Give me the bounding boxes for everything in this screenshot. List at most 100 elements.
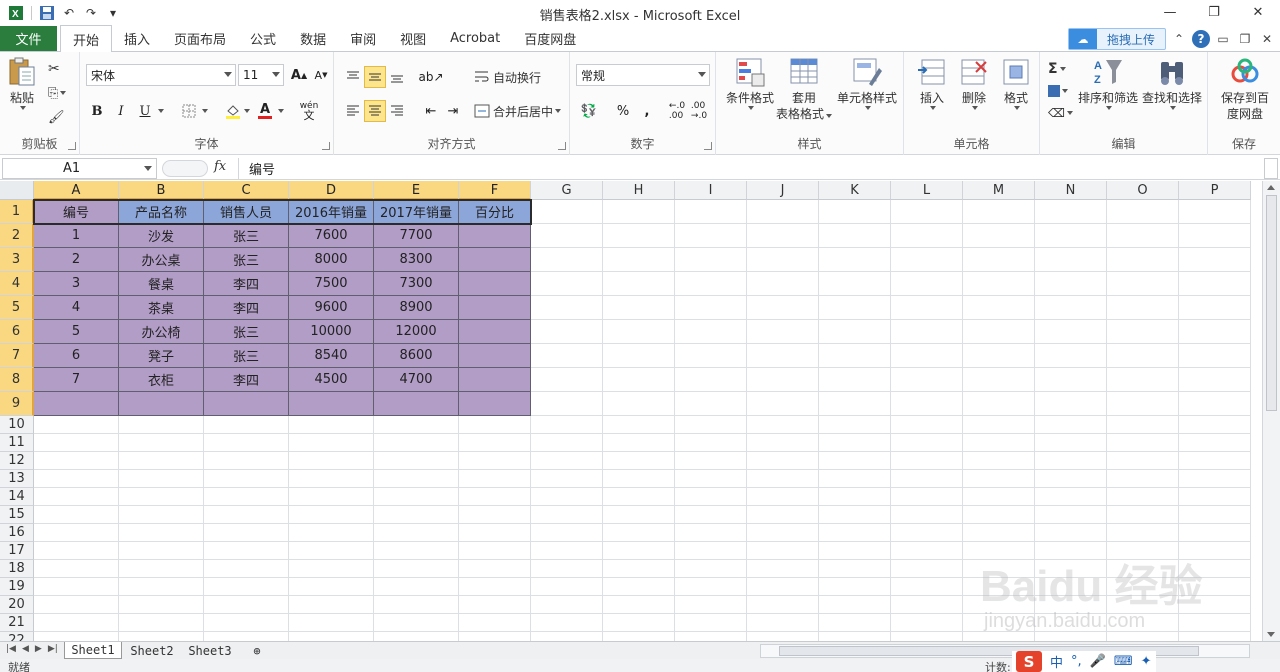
vertical-scroll-thumb[interactable] xyxy=(1266,195,1277,411)
cell-I1[interactable] xyxy=(675,200,747,224)
cell-A5[interactable]: 4 xyxy=(34,296,119,320)
cell-G17[interactable] xyxy=(531,542,603,560)
cell-J2[interactable] xyxy=(747,224,819,248)
cell-E9[interactable] xyxy=(374,392,459,416)
cell-A12[interactable] xyxy=(34,452,119,470)
cell-K18[interactable] xyxy=(819,560,891,578)
cell-F19[interactable] xyxy=(459,578,531,596)
row-header-8[interactable]: 8 xyxy=(0,368,34,392)
cell-D2[interactable]: 7600 xyxy=(289,224,374,248)
row-header-6[interactable]: 6 xyxy=(0,320,34,344)
cell-M3[interactable] xyxy=(963,248,1035,272)
cell-D5[interactable]: 9600 xyxy=(289,296,374,320)
cell-F5[interactable] xyxy=(459,296,531,320)
decrease-decimal-button[interactable]: .00 →.0 xyxy=(688,100,710,122)
cell-A22[interactable] xyxy=(34,632,119,641)
cell-L20[interactable] xyxy=(891,596,963,614)
cell-styles-button[interactable]: 单元格样式 xyxy=(834,56,900,110)
cell-C9[interactable] xyxy=(204,392,289,416)
cell-B14[interactable] xyxy=(119,488,204,506)
insert-sheet-icon[interactable]: ⊕ xyxy=(246,642,268,659)
format-painter-button[interactable]: 🖌 xyxy=(48,106,65,128)
copy-button[interactable]: ⎘ xyxy=(48,82,67,104)
cell-K5[interactable] xyxy=(819,296,891,320)
cell-O4[interactable] xyxy=(1107,272,1179,296)
cell-N14[interactable] xyxy=(1035,488,1107,506)
cell-B20[interactable] xyxy=(119,596,204,614)
cell-D9[interactable] xyxy=(289,392,374,416)
cell-H12[interactable] xyxy=(603,452,675,470)
cell-D10[interactable] xyxy=(289,416,374,434)
column-header-J[interactable]: J xyxy=(747,181,819,200)
cell-D18[interactable] xyxy=(289,560,374,578)
cell-M19[interactable] xyxy=(963,578,1035,596)
row-header-12[interactable]: 12 xyxy=(0,452,34,470)
cell-I18[interactable] xyxy=(675,560,747,578)
cell-J18[interactable] xyxy=(747,560,819,578)
cell-A3[interactable]: 2 xyxy=(34,248,119,272)
cell-J14[interactable] xyxy=(747,488,819,506)
cell-H4[interactable] xyxy=(603,272,675,296)
cell-F7[interactable] xyxy=(459,344,531,368)
cell-E5[interactable]: 8900 xyxy=(374,296,459,320)
cell-G5[interactable] xyxy=(531,296,603,320)
cell-L16[interactable] xyxy=(891,524,963,542)
cell-P14[interactable] xyxy=(1179,488,1251,506)
cell-G3[interactable] xyxy=(531,248,603,272)
cell-I15[interactable] xyxy=(675,506,747,524)
cell-B1[interactable]: 产品名称 xyxy=(119,200,204,224)
cell-B9[interactable] xyxy=(119,392,204,416)
cell-A20[interactable] xyxy=(34,596,119,614)
cell-M13[interactable] xyxy=(963,470,1035,488)
cell-D20[interactable] xyxy=(289,596,374,614)
ime-keyboard-icon[interactable]: ⌨ xyxy=(1114,654,1133,669)
cell-J4[interactable] xyxy=(747,272,819,296)
cell-D19[interactable] xyxy=(289,578,374,596)
cell-B18[interactable] xyxy=(119,560,204,578)
cell-C1[interactable]: 销售人员 xyxy=(204,200,289,224)
cell-N16[interactable] xyxy=(1035,524,1107,542)
row-header-22[interactable]: 22 xyxy=(0,632,34,641)
cell-I6[interactable] xyxy=(675,320,747,344)
cell-A9[interactable] xyxy=(34,392,119,416)
column-header-M[interactable]: M xyxy=(963,181,1035,200)
cell-L3[interactable] xyxy=(891,248,963,272)
cell-G19[interactable] xyxy=(531,578,603,596)
font-size-combo[interactable]: 11 xyxy=(238,64,284,86)
cell-D13[interactable] xyxy=(289,470,374,488)
file-tab[interactable]: 文件 xyxy=(0,26,57,51)
ribbon-tab-4[interactable]: 数据 xyxy=(288,25,338,52)
cell-D17[interactable] xyxy=(289,542,374,560)
cell-P15[interactable] xyxy=(1179,506,1251,524)
cell-J13[interactable] xyxy=(747,470,819,488)
cell-E4[interactable]: 7300 xyxy=(374,272,459,296)
cell-M15[interactable] xyxy=(963,506,1035,524)
cell-L12[interactable] xyxy=(891,452,963,470)
cell-M11[interactable] xyxy=(963,434,1035,452)
cell-I7[interactable] xyxy=(675,344,747,368)
cell-J7[interactable] xyxy=(747,344,819,368)
cell-K13[interactable] xyxy=(819,470,891,488)
cell-A17[interactable] xyxy=(34,542,119,560)
cell-O16[interactable] xyxy=(1107,524,1179,542)
cell-J6[interactable] xyxy=(747,320,819,344)
decrease-indent-button[interactable]: ⇤ xyxy=(420,100,442,122)
cell-C7[interactable]: 张三 xyxy=(204,344,289,368)
cell-F2[interactable] xyxy=(459,224,531,248)
cell-O11[interactable] xyxy=(1107,434,1179,452)
cell-M12[interactable] xyxy=(963,452,1035,470)
cell-J12[interactable] xyxy=(747,452,819,470)
cell-I11[interactable] xyxy=(675,434,747,452)
cell-N18[interactable] xyxy=(1035,560,1107,578)
cell-B11[interactable] xyxy=(119,434,204,452)
help-icon[interactable]: ? xyxy=(1192,30,1210,48)
cell-H3[interactable] xyxy=(603,248,675,272)
cell-G13[interactable] xyxy=(531,470,603,488)
cell-D21[interactable] xyxy=(289,614,374,632)
column-header-G[interactable]: G xyxy=(531,181,603,200)
cell-K12[interactable] xyxy=(819,452,891,470)
paste-button[interactable]: 粘贴 xyxy=(6,56,38,110)
cell-H13[interactable] xyxy=(603,470,675,488)
cell-D4[interactable]: 7500 xyxy=(289,272,374,296)
ime-punctuation-icon[interactable]: °, xyxy=(1071,654,1082,669)
